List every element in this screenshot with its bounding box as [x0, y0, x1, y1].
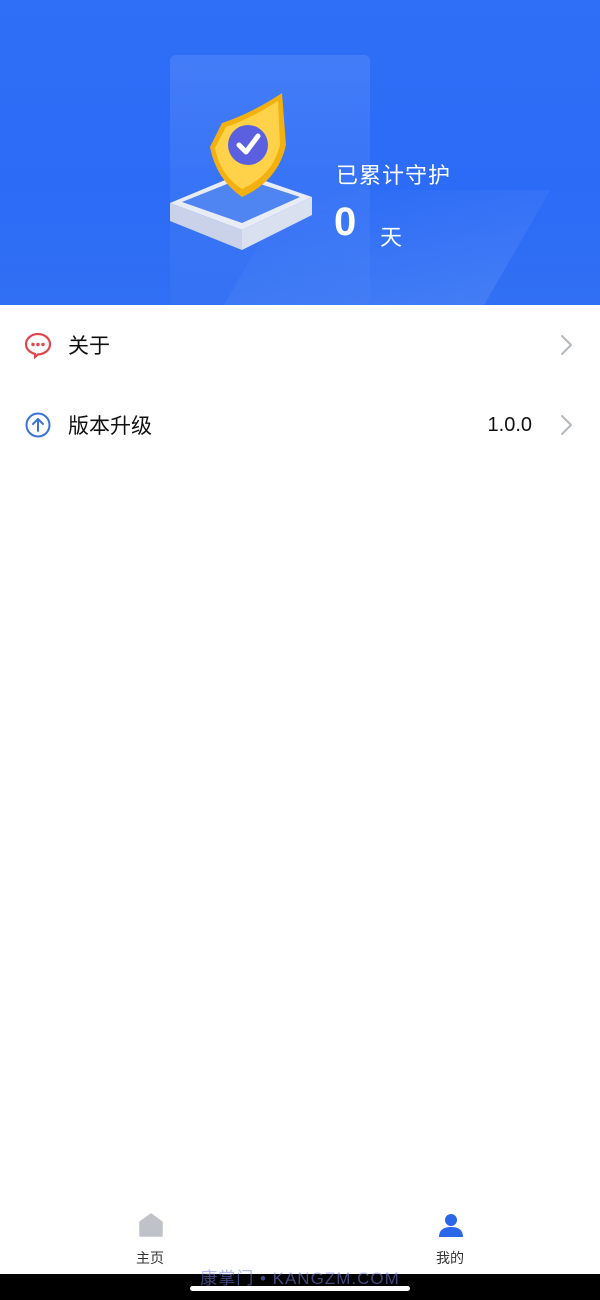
chat-bubble-icon: [24, 331, 52, 359]
home-icon: [139, 1213, 163, 1237]
user-icon: [439, 1214, 463, 1237]
version-number: 1.0.0: [487, 413, 532, 436]
shield-check-icon: [170, 93, 312, 250]
tab-mine[interactable]: 我的: [410, 1210, 490, 1270]
guard-label: 已累计守护: [336, 164, 452, 189]
chevron-right-icon: [561, 415, 572, 435]
menu-item-label: 关于: [68, 334, 110, 358]
chevron-right-icon: [561, 335, 572, 355]
guard-days-count: 0: [334, 200, 357, 244]
menu-item-version-upgrade[interactable]: 版本升级 1.0.0: [0, 385, 600, 465]
upgrade-arrow-icon: [24, 411, 52, 439]
header-banner: 已累计守护 0 天: [0, 0, 600, 305]
tab-home[interactable]: 主页: [110, 1210, 190, 1270]
menu-item-about[interactable]: 关于: [0, 305, 600, 385]
bottom-tab-bar: 主页 我的: [0, 1200, 600, 1272]
menu-item-label: 版本升级: [68, 414, 152, 438]
watermark: 康掌门 • KANGZM.COM: [200, 1269, 400, 1288]
guard-days-unit: 天: [380, 226, 403, 251]
